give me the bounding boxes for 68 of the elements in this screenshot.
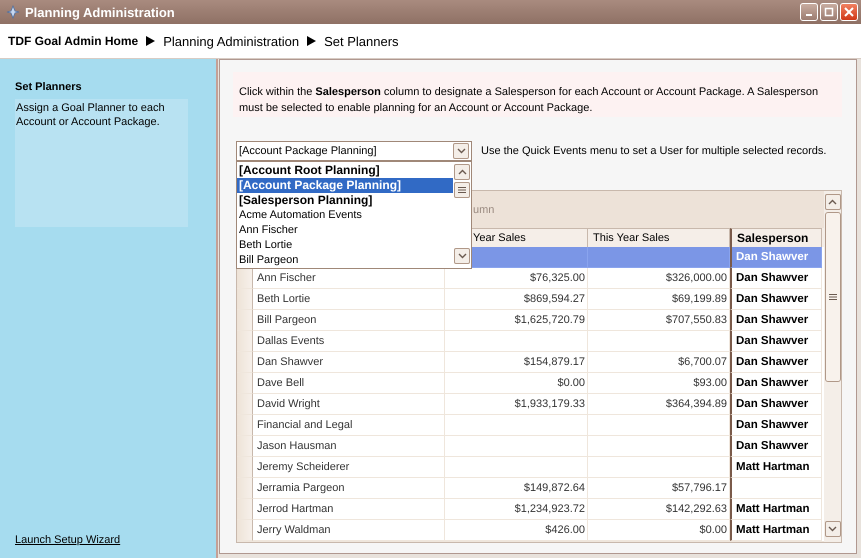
dropdown-option[interactable]: [Salesperson Planning]: [237, 193, 453, 208]
setup-wizard-link[interactable]: Launch Setup Wizard: [15, 534, 214, 546]
table-row[interactable]: Jerry Waldman $426.00 $0.00 Matt Hartman: [237, 520, 824, 541]
table-row[interactable]: Beth Lortie $869,594.27 $69,199.89 Dan Shawver: [237, 289, 824, 310]
row-selector[interactable]: [237, 394, 253, 415]
table-row[interactable]: Bill Pargeon $1,625,720.79 $707,550.83 Dan Shawver: [237, 310, 824, 331]
scroll-up-button[interactable]: [824, 194, 840, 210]
window-title: Planning Administration: [25, 4, 175, 20]
table-cell[interactable]: Matt Hartman: [730, 520, 822, 541]
table-cell: $0.00: [588, 520, 730, 541]
row-selector[interactable]: [237, 478, 253, 499]
scroll-down-button[interactable]: [824, 521, 840, 537]
row-selector[interactable]: [237, 310, 253, 331]
dropdown-option[interactable]: Bill Pargeon: [237, 253, 453, 268]
chevron-icon: [307, 36, 316, 46]
table-row[interactable]: Jeremy Scheiderer Matt Hartman: [237, 457, 824, 478]
table-cell: Jerry Waldman: [253, 520, 445, 541]
sidebar-description: Assign a Goal Planner to each Account or Account Package.: [15, 99, 188, 227]
maximize-icon: [824, 7, 834, 17]
hint-text: Use the Quick Events menu to set a User for multiple selected records.: [481, 145, 826, 157]
maximize-button[interactable]: [820, 3, 838, 21]
instructions-text: Click within the Salesperson column to designate a Salesperson for each Account or Account Package. A Salesperson must be selected to enable planning for an Account or Account Package.: [233, 72, 842, 117]
minimize-button[interactable]: [800, 3, 818, 21]
row-selector[interactable]: [237, 415, 253, 436]
row-selector[interactable]: [237, 457, 253, 478]
minimize-icon: [806, 14, 812, 16]
sidebar-title: Set Planners: [15, 81, 83, 93]
scroll-up-button[interactable]: [454, 164, 470, 180]
chevron-icon: [146, 36, 156, 46]
table-row[interactable]: Jason Hausman Dan Shawver: [237, 436, 824, 457]
dropdown-option[interactable]: [Account Root Planning]: [237, 163, 453, 178]
chevron-down-icon: [456, 148, 466, 154]
close-button[interactable]: [840, 3, 858, 21]
table-row[interactable]: Jerramia Pargeon $149,872.64 $57,796.17: [237, 478, 824, 499]
table-row[interactable]: Dallas Events Dan Shawver: [237, 331, 824, 352]
chevron-down-icon: [458, 253, 466, 259]
scroll-down-button[interactable]: [454, 248, 470, 264]
close-icon: [844, 7, 854, 17]
breadcrumb-link[interactable]: Set Planners: [324, 34, 399, 48]
chevron-down-icon: [828, 526, 837, 532]
grip-icon: [828, 294, 836, 300]
row-selector[interactable]: [237, 268, 253, 289]
table-row[interactable]: Dave Bell $0.00 $93.00 Dan Shawver: [237, 373, 824, 394]
table-cell: $426.00: [445, 520, 588, 541]
scroll-thumb[interactable]: [824, 212, 840, 382]
table-row[interactable]: Jerrod Hartman $1,234,923.72 $142,292.63 Matt Hartman: [237, 499, 824, 520]
row-selector[interactable]: [237, 289, 253, 310]
row-selector[interactable]: [237, 352, 253, 373]
chevron-up-icon: [828, 199, 837, 205]
table-row[interactable]: Financial and Legal Dan Shawver: [237, 415, 824, 436]
dropdown-option[interactable]: [Account Package Planning]: [237, 178, 453, 193]
row-selector[interactable]: [237, 373, 253, 394]
breadcrumb-link[interactable]: Planning Administration: [163, 34, 300, 48]
row-selector[interactable]: [237, 499, 253, 520]
grip-icon: [458, 187, 466, 193]
breadcrumb-link[interactable]: TDF Goal Admin Home: [8, 34, 138, 48]
dropdown-option[interactable]: Acme Automation Events: [237, 208, 453, 223]
planner-dropdown[interactable]: [Account Package Planning]: [236, 141, 472, 161]
table-row[interactable]: Dan Shawver $154,879.17 $6,700.07 Dan Shawver: [237, 352, 824, 373]
table-row[interactable]: David Wright $1,933,179.33 $364,394.89 Dan Shawver: [237, 394, 824, 415]
chevron-up-icon: [458, 169, 466, 175]
table-row[interactable]: Ann Fischer $76,325.00 $326,000.00 Dan Shawver: [237, 268, 824, 289]
row-selector[interactable]: [237, 520, 253, 541]
scroll-thumb[interactable]: [454, 182, 470, 198]
row-selector[interactable]: [237, 436, 253, 457]
row-selector[interactable]: [237, 331, 253, 352]
app-icon: [6, 5, 20, 19]
group-band-text: umn: [473, 204, 494, 216]
